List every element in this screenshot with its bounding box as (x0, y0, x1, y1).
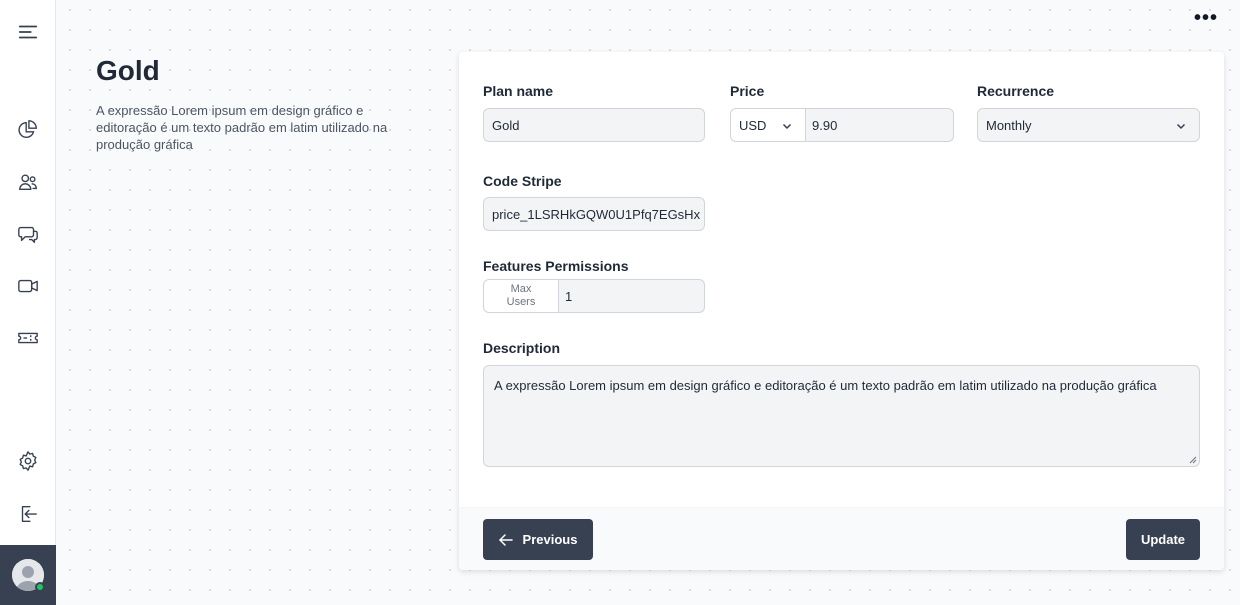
plan-name-input[interactable]: Gold (483, 108, 705, 142)
chevron-down-icon (1176, 123, 1186, 130)
online-status-dot (35, 582, 45, 592)
recurrence-label: Recurrence (977, 83, 1055, 99)
price-input[interactable]: 9.90 (805, 108, 954, 142)
currency-value: USD (739, 117, 767, 133)
max-users-addon: Max Users (483, 279, 558, 313)
page-description: A expressão Lorem ipsum em design gráfic… (96, 103, 388, 152)
description-text: A expressão Lorem ipsum em design gráfic… (494, 378, 1157, 393)
menu-button[interactable] (14, 18, 42, 46)
users-icon (19, 174, 37, 191)
price-input-group: USD 9.90 (730, 108, 954, 142)
plan-form-card: Plan name Gold Price USD 9.90 Recurrence… (459, 52, 1224, 570)
arrow-left-icon (498, 533, 513, 546)
page-title: Gold (96, 55, 160, 86)
code-stripe-input[interactable]: price_1LSRHkGQW0U1Pfq7EGsHx (483, 197, 705, 231)
user-avatar-area[interactable] (0, 545, 56, 605)
ticket-icon (18, 332, 38, 344)
sidebar-item-dashboard[interactable] (14, 116, 42, 144)
resize-handle-icon[interactable] (1189, 456, 1197, 464)
sidebar-item-users[interactable] (14, 168, 42, 196)
sidebar-item-messages[interactable] (14, 220, 42, 248)
update-button-label: Update (1140, 532, 1186, 547)
recurrence-select[interactable]: Monthly (977, 108, 1200, 142)
video-camera-icon (18, 279, 38, 293)
price-label: Price (730, 83, 765, 99)
max-users-input[interactable]: 1 (558, 279, 705, 313)
recurrence-value: Monthly (986, 117, 1032, 133)
form-footer: Previous Update (459, 507, 1224, 570)
gear-icon (19, 451, 37, 471)
sidebar-item-tickets[interactable] (14, 324, 42, 352)
more-options-button[interactable]: ••• (1194, 8, 1218, 28)
avatar[interactable] (12, 559, 45, 592)
previous-button-label: Previous (522, 532, 578, 547)
sidebar (0, 0, 56, 605)
pie-chart-icon (18, 120, 37, 138)
sidebar-item-video[interactable] (14, 272, 42, 300)
description-textarea[interactable]: A expressão Lorem ipsum em design gráfic… (483, 365, 1200, 467)
logout-button[interactable] (14, 500, 42, 528)
menu-icon (18, 25, 38, 39)
plan-name-label: Plan name (483, 83, 554, 99)
currency-select[interactable]: USD (730, 108, 805, 142)
features-permissions-label: Features Permissions (483, 258, 629, 274)
max-users-input-group: Max Users 1 (483, 279, 705, 313)
update-button[interactable]: Update (1126, 519, 1200, 560)
max-users-addon-line1: Max (510, 283, 532, 295)
description-label: Description (483, 340, 561, 356)
chat-bubbles-icon (18, 226, 38, 243)
logout-icon (21, 505, 37, 523)
sidebar-item-settings[interactable] (14, 447, 42, 475)
chevron-down-icon (782, 123, 792, 130)
code-stripe-label: Code Stripe (483, 173, 562, 189)
previous-button[interactable]: Previous (483, 519, 593, 560)
max-users-addon-line2: Users (506, 296, 536, 308)
